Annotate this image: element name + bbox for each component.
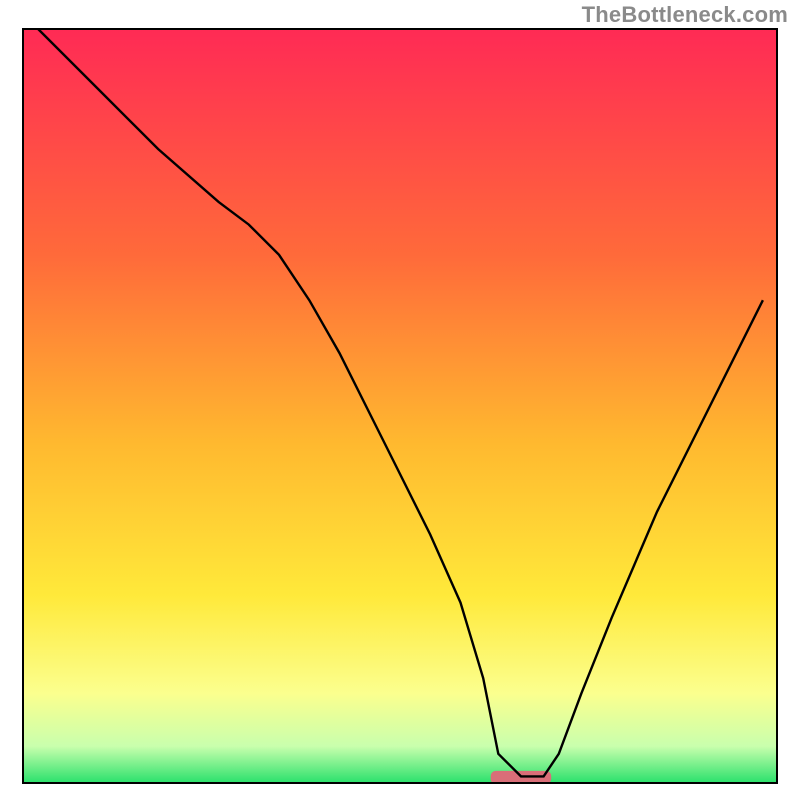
chart-area	[22, 28, 778, 784]
axes-frame	[22, 28, 778, 784]
watermark-text: TheBottleneck.com	[582, 2, 788, 28]
